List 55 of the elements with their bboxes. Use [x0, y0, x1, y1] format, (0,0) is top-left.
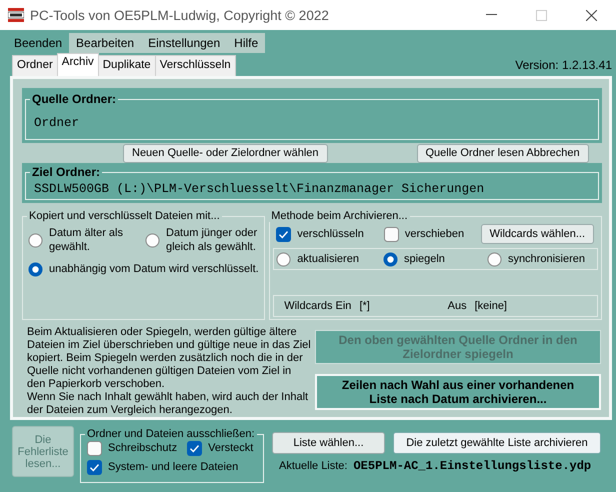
app-icon: [8, 7, 24, 23]
checkbox[interactable]: [87, 460, 102, 475]
radio-button[interactable]: [382, 252, 398, 266]
radio-button[interactable]: [145, 232, 160, 248]
choose-folder-button[interactable]: Neuen Quelle- oder Zielordner wählen: [123, 144, 328, 162]
option-label: Datum jünger oder gleich als gewählt.: [166, 226, 258, 254]
info-text: Beim Aktualisieren oder Spiegeln, werden gültige ältere Dateien im Ziel überschrieben und gültige neue in das Ziel kopiert. Beim Spiegeln werden zusätzlich noch die in der Quelle nicht vorhandenen gültigen Dateien vom Ziel in den Papierkorb verschoben. Wenn Sie nach Inhalt gewählt haben, wird auch der Inhalt der Dateien zum Vergleich herangezogen.: [26, 326, 311, 417]
option-label: Datum älter als gewählt.: [49, 226, 124, 254]
folder-path: Ordner: [34, 116, 80, 130]
group-label: Ziel Ordner:: [31, 165, 102, 179]
list-label: Aktuelle Liste:: [279, 460, 348, 472]
menu-item[interactable]: Beenden: [7, 33, 70, 53]
wildcards-value: [*]: [359, 300, 370, 312]
radio-button[interactable]: [28, 262, 43, 277]
checkbox[interactable]: [276, 226, 292, 242]
wildcards-label: Wildcards Ein: [284, 300, 352, 312]
menu-item[interactable]: Einstellungen: [141, 33, 228, 53]
wildcards-button[interactable]: Wildcards wählen...: [480, 224, 594, 244]
option-label: Versteckt: [208, 441, 254, 456]
group-label: Methode beim Archivieren...: [270, 210, 409, 222]
option-label: unabhängig vom Datum wird verschlüsselt.: [49, 262, 259, 277]
option-label: Schreibschutz: [108, 441, 178, 456]
tab[interactable]: Duplikate: [98, 55, 156, 76]
option-label: System- und leere Dateien: [108, 460, 238, 475]
minimize-icon[interactable]: [486, 14, 496, 16]
option-label: verschieben: [404, 226, 464, 242]
option-label: verschlüsseln: [297, 226, 364, 242]
window-title: PC-Tools von OE5PLM-Ludwig, Copyright © 2022: [30, 8, 330, 22]
close-icon[interactable]: [586, 10, 596, 20]
archive-list-button[interactable]: Die zuletzt gewählte Liste archivieren: [393, 432, 601, 454]
tab[interactable]: Verschlüsseln: [154, 55, 236, 76]
cancel-button[interactable]: Quelle Ordner lesen Abbrechen: [416, 144, 589, 162]
group-label: Ordner und Dateien ausschließen:: [86, 428, 256, 440]
radio-button[interactable]: [276, 252, 292, 266]
group-label: Kopiert und verschlüsselt Dateien mit...: [28, 210, 221, 222]
archive-list-button[interactable]: Zeilen nach Wahl aus einer vorhandenen Liste nach Datum archivieren...: [315, 374, 601, 410]
checkbox[interactable]: [384, 226, 399, 242]
folder-path: SSDLW500GB (L:)\PLM-Verschluesselt\Finanzmanager Sicherungen: [34, 182, 484, 196]
menu-item[interactable]: Hilfe: [227, 33, 266, 53]
version-label: Version: 1.2.13.41: [515, 58, 612, 72]
radio-button[interactable]: [486, 252, 502, 266]
tab[interactable]: Ordner: [12, 55, 58, 76]
wildcards-label: Aus: [448, 300, 467, 312]
list-filename: OE5PLM-AC_1.Einstellungsliste.ydp: [353, 459, 592, 473]
option-label: spiegeln: [404, 252, 445, 266]
tab[interactable]: Archiv: [56, 53, 99, 76]
checkbox[interactable]: [87, 441, 102, 456]
option-label: aktualisieren: [297, 252, 359, 266]
menu-item[interactable]: Bearbeiten: [69, 33, 142, 53]
choose-list-button[interactable]: Liste wählen...: [272, 432, 385, 454]
wildcards-value: [keine]: [474, 300, 507, 312]
radio-button[interactable]: [28, 232, 43, 248]
group-label: Quelle Ordner:: [31, 92, 118, 106]
option-label: synchronisieren: [508, 252, 585, 266]
checkbox[interactable]: [187, 441, 202, 456]
